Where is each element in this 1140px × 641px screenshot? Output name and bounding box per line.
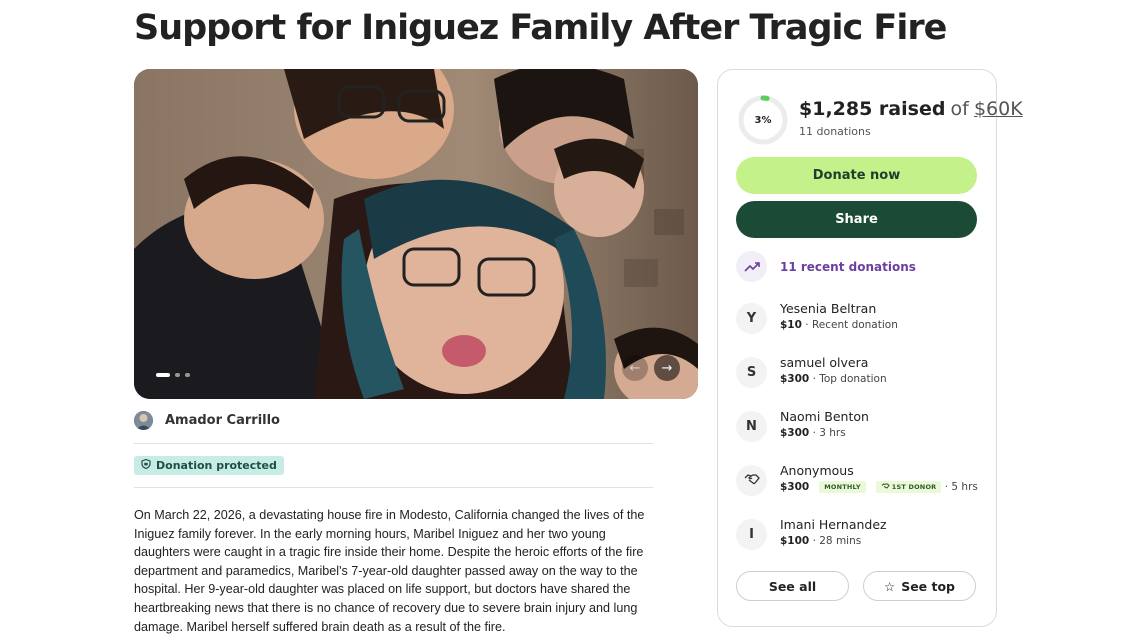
see-top-label: See top — [901, 578, 956, 594]
recent-donations-header: 11 recent donations — [736, 251, 916, 282]
page-title: Support for Iniguez Family After Tragic … — [134, 8, 947, 48]
amount-raised: $1,285 raised of $60K — [799, 98, 1023, 120]
donate-now-button[interactable]: Donate now — [736, 157, 977, 194]
campaign-photo[interactable]: ← → — [134, 69, 698, 399]
donor-note: · 3 hrs — [812, 427, 846, 439]
arrow-left-icon: ← — [629, 360, 641, 376]
donation-card: 3% $1,285 raised of $60K 11 donations Do… — [717, 69, 1023, 627]
donation-protected-badge[interactable]: Donation protected — [134, 456, 284, 475]
donor-name: Imani Hernandez — [780, 517, 887, 532]
avatar — [134, 411, 153, 430]
donor-note: · 5 hrs — [944, 481, 978, 493]
see-all-label: See all — [768, 578, 817, 594]
badge-label: Donation protected — [156, 459, 277, 472]
donor-amount: $300 — [780, 373, 810, 385]
donor-avatar: I — [736, 519, 767, 550]
donor-item: I Imani Hernandez $100 · 28 mins — [736, 517, 887, 550]
photo-illustration — [134, 69, 698, 399]
next-photo-button[interactable]: → — [654, 355, 680, 381]
divider — [134, 443, 653, 444]
donor-note: · 28 mins — [812, 535, 862, 547]
raised-of: of — [950, 98, 969, 120]
donor-name: Yesenia Beltran — [780, 301, 877, 316]
see-all-button[interactable]: See all — [736, 571, 849, 601]
divider — [134, 487, 653, 488]
star-icon: ☆ — [883, 578, 896, 594]
carousel-dot[interactable] — [185, 373, 190, 377]
donor-item: S samuel olvera $300 · Top donation — [736, 355, 887, 388]
shield-icon — [141, 458, 151, 472]
arrow-right-icon: → — [661, 360, 673, 376]
monthly-badge: MONTHLY — [819, 481, 866, 493]
badge-label: 1ST DONOR — [891, 483, 937, 491]
donor-amount: $10 — [780, 319, 802, 331]
donor-avatar: N — [736, 411, 767, 442]
donor-item: Y Yesenia Beltran $10 · Recent donation — [736, 301, 898, 334]
donor-item: Anonymous $300 MONTHLY 1ST DONOR · 5 hrs — [736, 463, 978, 496]
previous-photo-button[interactable]: ← — [622, 355, 648, 381]
progress-percent: 3% — [754, 114, 772, 126]
donor-name: Naomi Benton — [780, 409, 869, 424]
donor-note: · Top donation — [812, 373, 887, 385]
see-top-button[interactable]: ☆ See top — [863, 571, 976, 601]
donor-avatar: Y — [736, 303, 767, 334]
organizer-name[interactable]: Amador Carrillo — [165, 413, 280, 428]
donor-amount: $100 — [780, 535, 810, 547]
handshake-icon — [881, 483, 890, 491]
donor-item: N Naomi Benton $300 · 3 hrs — [736, 409, 869, 442]
raised-amount: $1,285 raised — [799, 98, 946, 120]
donor-name: Anonymous — [780, 463, 854, 478]
donor-amount: $300 — [780, 481, 810, 493]
organizer[interactable]: Amador Carrillo — [134, 411, 280, 430]
carousel-dot[interactable] — [175, 373, 180, 377]
goal-amount[interactable]: $60K — [974, 98, 1023, 120]
carousel-dot[interactable] — [156, 373, 170, 377]
donation-count: 11 donations — [799, 125, 871, 138]
donor-avatar: S — [736, 357, 767, 388]
donor-amount: $300 — [780, 427, 810, 439]
carousel-dots — [156, 373, 190, 377]
recent-donations-label: 11 recent donations — [780, 259, 916, 274]
first-donor-badge: 1ST DONOR — [875, 481, 942, 493]
donor-note: · Recent donation — [805, 319, 898, 331]
story-text: On March 22, 2026, a devastating house f… — [134, 508, 645, 634]
handshake-icon — [744, 473, 760, 489]
donor-avatar — [736, 465, 767, 496]
share-button[interactable]: Share — [736, 201, 977, 238]
trending-up-icon — [736, 251, 767, 282]
donor-name: samuel olvera — [780, 355, 869, 370]
